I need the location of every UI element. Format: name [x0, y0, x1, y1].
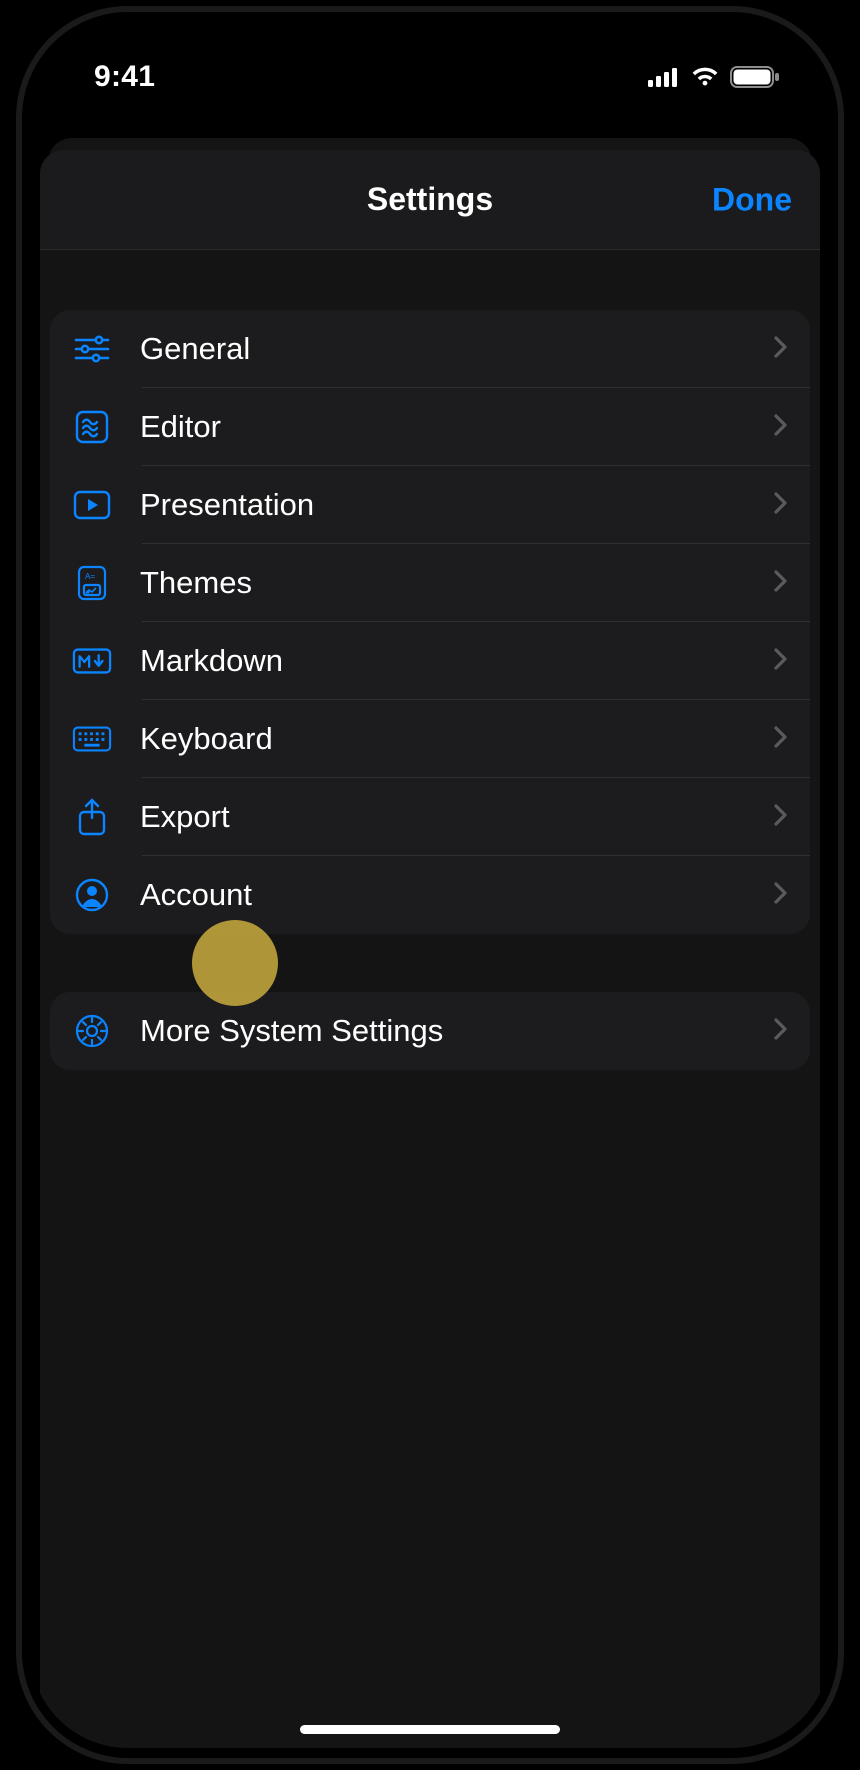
- row-more-system-settings[interactable]: More System Settings: [50, 992, 810, 1070]
- row-label: Presentation: [140, 487, 774, 523]
- share-icon: [72, 798, 112, 836]
- chevron-right-icon: [774, 725, 788, 754]
- settings-sheet: Settings Done General: [40, 150, 820, 1748]
- battery-icon: [730, 66, 780, 88]
- row-label: Keyboard: [140, 721, 774, 757]
- row-presentation[interactable]: Presentation: [50, 466, 810, 544]
- editor-icon: [72, 410, 112, 444]
- chevron-right-icon: [774, 647, 788, 676]
- cellular-icon: [648, 67, 680, 87]
- status-time: 9:41: [94, 60, 155, 94]
- chevron-right-icon: [774, 569, 788, 598]
- settings-content: General Editor: [40, 250, 820, 1070]
- status-bar: 9:41: [30, 22, 830, 114]
- gear-icon: [72, 1013, 112, 1049]
- row-markdown[interactable]: Markdown: [50, 622, 810, 700]
- page-title: Settings: [367, 181, 493, 218]
- home-indicator[interactable]: [300, 1725, 560, 1734]
- device-frame: 9:41 Settings Done: [22, 12, 838, 1758]
- row-label: Account: [140, 877, 774, 913]
- row-themes[interactable]: A= Themes: [50, 544, 810, 622]
- row-label: Export: [140, 799, 774, 835]
- chevron-right-icon: [774, 881, 788, 910]
- settings-group-more: More System Settings: [50, 992, 810, 1070]
- chevron-right-icon: [774, 803, 788, 832]
- row-label: More System Settings: [140, 1013, 774, 1049]
- row-label: Editor: [140, 409, 774, 445]
- chevron-right-icon: [774, 1017, 788, 1046]
- row-label: Themes: [140, 565, 774, 601]
- wifi-icon: [690, 66, 720, 88]
- themes-icon: A=: [72, 565, 112, 601]
- row-general[interactable]: General: [50, 310, 810, 388]
- screen: 9:41 Settings Done: [30, 22, 830, 1748]
- nav-bar: Settings Done: [40, 150, 820, 250]
- settings-group-main: General Editor: [50, 310, 810, 934]
- row-label: Markdown: [140, 643, 774, 679]
- done-button[interactable]: Done: [712, 181, 792, 218]
- play-rect-icon: [72, 490, 112, 520]
- chevron-right-icon: [774, 413, 788, 442]
- chevron-right-icon: [774, 335, 788, 364]
- row-label: General: [140, 331, 774, 367]
- keyboard-icon: [72, 725, 112, 753]
- row-account[interactable]: Account: [50, 856, 810, 934]
- chevron-right-icon: [774, 491, 788, 520]
- account-icon: [72, 877, 112, 913]
- row-keyboard[interactable]: Keyboard: [50, 700, 810, 778]
- sliders-icon: [72, 334, 112, 364]
- markdown-icon: [72, 647, 112, 675]
- row-export[interactable]: Export: [50, 778, 810, 856]
- svg-text:A=: A=: [85, 572, 95, 581]
- status-indicators: [648, 66, 780, 88]
- row-editor[interactable]: Editor: [50, 388, 810, 466]
